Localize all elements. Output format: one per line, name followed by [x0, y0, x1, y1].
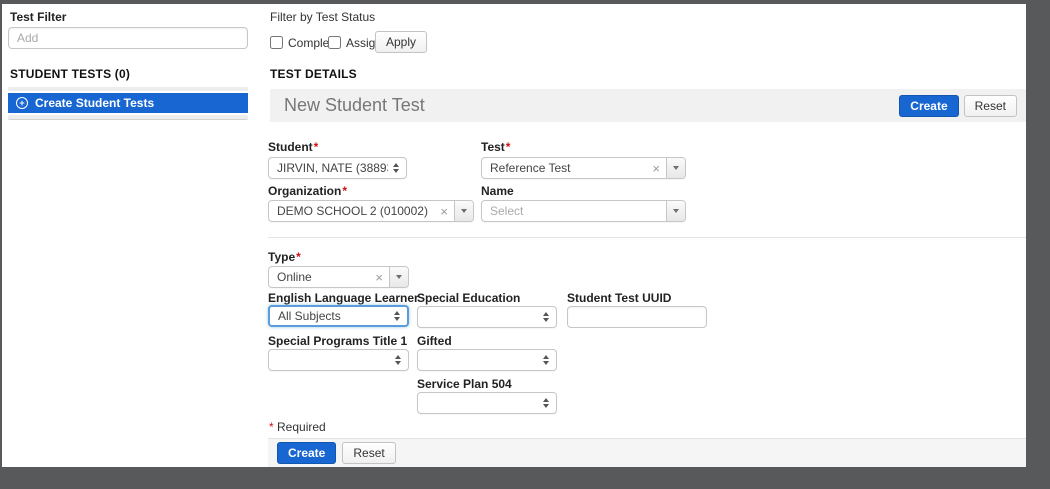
service-plan-504-label: Service Plan 504	[417, 377, 512, 391]
student-test-uuid-label: Student Test UUID	[567, 291, 671, 305]
panel-title: New Student Test	[284, 95, 899, 116]
test-combobox[interactable]: Reference Test ×	[481, 157, 686, 179]
name-combobox-placeholder: Select	[482, 204, 666, 218]
clear-icon[interactable]: ×	[369, 271, 389, 284]
special-programs-title-1-select[interactable]	[268, 349, 409, 371]
section-divider	[268, 237, 1026, 238]
organization-combobox-value: DEMO SCHOOL 2 (010002)	[269, 204, 434, 218]
english-language-learner-select[interactable]: All Subjects	[268, 305, 409, 327]
clear-icon[interactable]: ×	[646, 162, 666, 175]
select-stepper-icon	[389, 311, 405, 321]
assigned-checkbox[interactable]	[328, 36, 341, 49]
apply-button[interactable]: Apply	[375, 31, 427, 53]
test-details-header: TEST DETAILS	[270, 67, 357, 81]
window-frame-right	[1026, 0, 1050, 489]
clear-icon[interactable]: ×	[434, 205, 454, 218]
name-combobox[interactable]: Select	[481, 200, 686, 222]
service-plan-504-select[interactable]	[417, 392, 557, 414]
footer-create-button[interactable]: Create	[277, 442, 336, 464]
list-row-partial-bottom	[8, 115, 248, 120]
student-tests-list: + Create Student Tests	[8, 87, 248, 120]
footer-bar: Create Reset	[268, 438, 1026, 467]
student-test-uuid-input[interactable]	[567, 306, 707, 328]
special-programs-title-1-label: Special Programs Title 1	[268, 334, 407, 348]
type-combobox[interactable]: Online ×	[268, 266, 409, 288]
status-filter-label: Filter by Test Status	[270, 10, 375, 24]
select-stepper-icon	[388, 163, 404, 173]
type-label: Type*	[268, 250, 301, 264]
dropdown-arrow-icon[interactable]	[454, 201, 473, 221]
header-create-button[interactable]: Create	[899, 95, 958, 117]
select-stepper-icon	[538, 312, 554, 322]
special-education-label: Special Education	[417, 291, 520, 305]
create-student-tests-item[interactable]: + Create Student Tests	[8, 93, 248, 113]
organization-label: Organization*	[268, 184, 347, 198]
student-select-value: JIRVIN, NATE (3889348394)	[269, 161, 388, 175]
name-label: Name	[481, 184, 514, 198]
create-student-tests-label: Create Student Tests	[35, 96, 154, 110]
type-combobox-value: Online	[269, 270, 369, 284]
footer-reset-button[interactable]: Reset	[342, 442, 395, 464]
panel-header: New Student Test Create Reset	[270, 89, 1026, 122]
required-note: * Required	[268, 420, 326, 434]
test-filter-input[interactable]	[8, 27, 248, 49]
screen: Test Filter STUDENT TESTS (0) + Create S…	[0, 0, 1050, 489]
special-education-select[interactable]	[417, 306, 557, 328]
gifted-select[interactable]	[417, 349, 557, 371]
dropdown-arrow-icon[interactable]	[389, 267, 408, 287]
english-language-learner-label: English Language Learner	[268, 291, 419, 305]
test-combobox-value: Reference Test	[482, 161, 646, 175]
test-label: Test*	[481, 140, 510, 154]
plus-circle-icon: +	[16, 97, 28, 109]
window-frame-top	[0, 0, 1050, 4]
test-filter-label: Test Filter	[10, 10, 66, 24]
dropdown-arrow-icon[interactable]	[666, 158, 685, 178]
dropdown-arrow-icon[interactable]	[666, 201, 685, 221]
select-stepper-icon	[538, 398, 554, 408]
organization-combobox[interactable]: DEMO SCHOOL 2 (010002) ×	[268, 200, 474, 222]
select-stepper-icon	[538, 355, 554, 365]
header-reset-button[interactable]: Reset	[964, 95, 1017, 117]
student-label: Student*	[268, 140, 318, 154]
complete-checkbox[interactable]	[270, 36, 283, 49]
student-tests-header: STUDENT TESTS (0)	[10, 67, 130, 81]
student-select[interactable]: JIRVIN, NATE (3889348394)	[268, 157, 407, 179]
select-stepper-icon	[390, 355, 406, 365]
window-frame-left	[0, 0, 2, 489]
window-frame-bottom	[0, 467, 1050, 489]
gifted-label: Gifted	[417, 334, 452, 348]
english-language-learner-value: All Subjects	[270, 309, 389, 323]
